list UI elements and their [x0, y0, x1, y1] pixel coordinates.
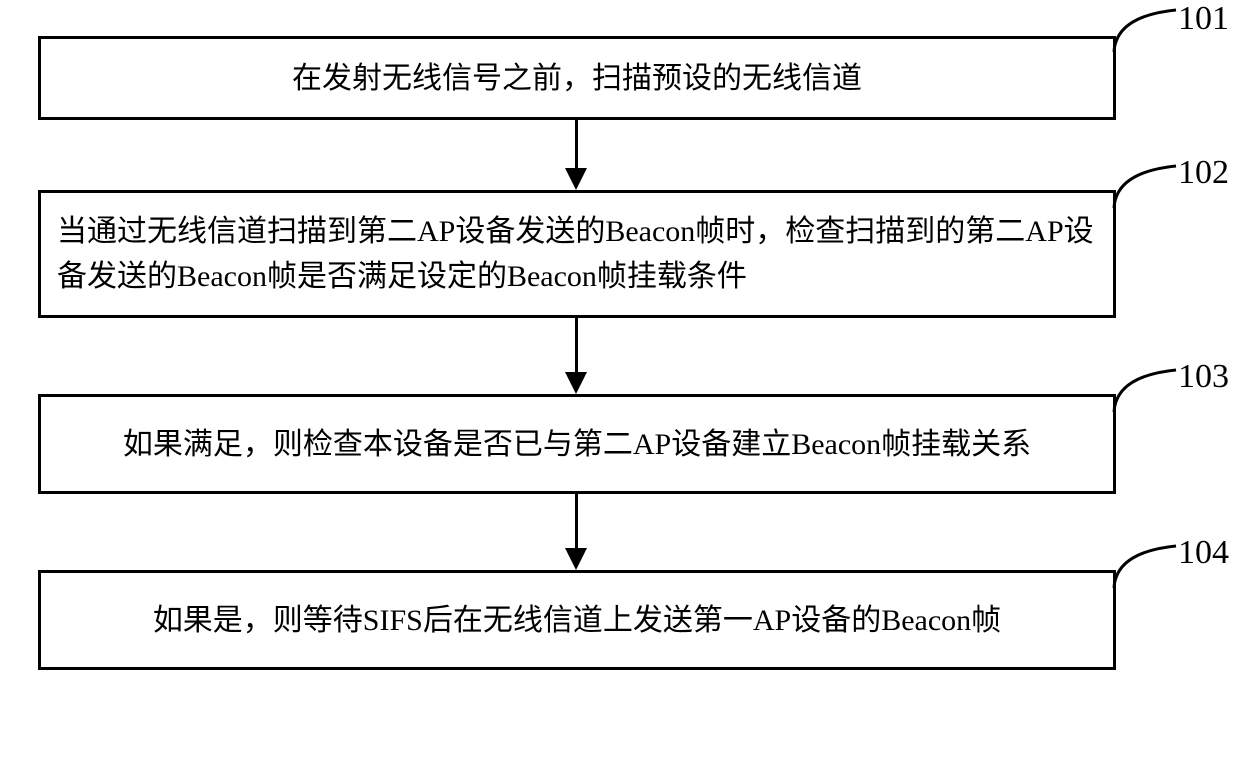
step-label-103: 103 — [1178, 358, 1229, 396]
step-text: 如果是，则等待SIFS后在无线信道上发送第一AP设备的Beacon帧 — [153, 598, 1001, 643]
callout-curve-102 — [1110, 162, 1180, 212]
callout-curve-103 — [1110, 366, 1180, 416]
step-box-102: 当通过无线信道扫描到第二AP设备发送的Beacon帧时，检查扫描到的第二AP设备… — [38, 190, 1116, 318]
callout-curve-101 — [1110, 6, 1180, 56]
step-box-104: 如果是，则等待SIFS后在无线信道上发送第一AP设备的Beacon帧 — [38, 570, 1116, 670]
step-text: 如果满足，则检查本设备是否已与第二AP设备建立Beacon帧挂载关系 — [123, 422, 1031, 467]
step-label-102: 102 — [1178, 154, 1229, 192]
step-label-101: 101 — [1178, 0, 1229, 38]
step-text: 当通过无线信道扫描到第二AP设备发送的Beacon帧时，检查扫描到的第二AP设备… — [57, 209, 1097, 299]
step-box-101: 在发射无线信号之前，扫描预设的无线信道 — [38, 36, 1116, 120]
flowchart-diagram: 在发射无线信号之前，扫描预设的无线信道 101 当通过无线信道扫描到第二AP设备… — [0, 0, 1239, 783]
step-text: 在发射无线信号之前，扫描预设的无线信道 — [292, 56, 862, 101]
callout-curve-104 — [1110, 542, 1180, 592]
step-box-103: 如果满足，则检查本设备是否已与第二AP设备建立Beacon帧挂载关系 — [38, 394, 1116, 494]
step-label-104: 104 — [1178, 534, 1229, 572]
